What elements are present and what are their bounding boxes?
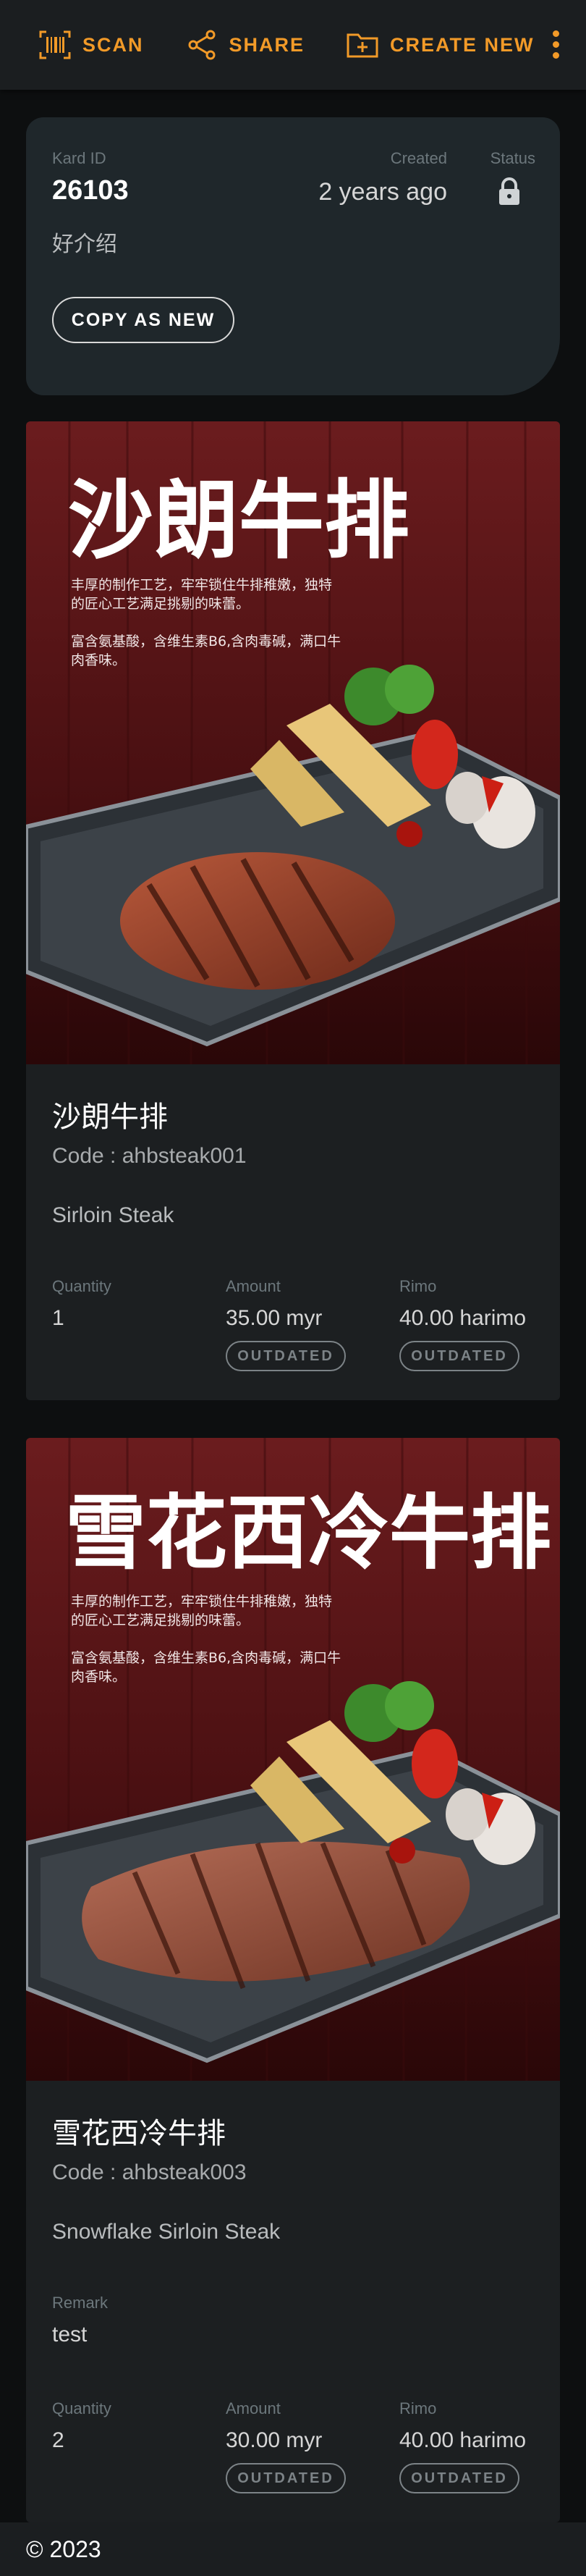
rimo-value: 40.00 harimo — [399, 2428, 527, 2452]
item-code: Code : ahbsteak003 — [52, 2160, 247, 2184]
kard-id-label: Kard ID — [52, 149, 106, 167]
item-card: 雪花西冷牛排 丰厚的制作工艺，牢牢锁住牛排稚嫩，独特 的匠心工艺满足挑剔的味蕾。… — [26, 1438, 560, 2522]
poster-line: 肉香味。 — [71, 652, 126, 668]
folder-plus-icon — [347, 33, 378, 58]
more-options-icon[interactable] — [547, 28, 564, 62]
lock-icon — [499, 177, 519, 205]
amount-column: Amount 35.00 myr OUTDATED — [226, 1277, 346, 1371]
amount-value: 35.00 myr — [226, 1306, 323, 1330]
outdated-badge: OUTDATED — [399, 2463, 519, 2493]
item-card: 沙朗牛排 丰厚的制作工艺，牢牢锁住牛排稚嫩，独特 的匠心工艺满足挑剔的味蕾。 富… — [26, 421, 560, 1400]
scan-button[interactable]: SCAN — [38, 28, 144, 62]
poster-line: 富含氨基酸，含维生素B6,含肉毒碱，满口牛 — [71, 1650, 341, 1666]
rimo-column: Rimo 40.00 harimo OUTDATED — [399, 1277, 526, 1371]
share-button[interactable]: SHARE — [184, 28, 305, 62]
scan-label: SCAN — [82, 33, 144, 56]
outdated-badge: OUTDATED — [399, 1341, 519, 1371]
kard-intro: 好介绍 — [52, 232, 117, 256]
item-image: 雪花西冷牛排 丰厚的制作工艺，牢牢锁住牛排稚嫩，独特 的匠心工艺满足挑剔的味蕾。… — [26, 1438, 560, 2081]
quantity-label: Quantity — [52, 2399, 111, 2417]
footer: © 2023 — [0, 2522, 586, 2576]
poster-line: 丰厚的制作工艺，牢牢锁住牛排稚嫩，独特 — [71, 577, 332, 593]
share-icon — [188, 30, 216, 60]
poster-line: 肉香味。 — [71, 1669, 126, 1685]
item-name: 雪花西冷牛排 — [52, 2118, 226, 2150]
kard-id: 26103 — [52, 175, 129, 206]
rimo-column: Rimo 40.00 harimo OUTDATED — [399, 2399, 526, 2493]
top-toolbar: SCAN SHARE CREATE NEW — [0, 0, 586, 90]
item-english-name: Sirloin Steak — [52, 1203, 174, 1227]
amount-column: Amount 30.00 myr OUTDATED — [226, 2399, 346, 2493]
remark-label: Remark — [52, 2294, 109, 2312]
item-code: Code : ahbsteak001 — [52, 1144, 247, 1168]
created-value: 2 years ago — [318, 178, 447, 206]
rimo-label: Rimo — [399, 2399, 437, 2417]
amount-value: 30.00 myr — [226, 2428, 323, 2452]
create-new-button[interactable]: CREATE NEW — [345, 28, 535, 62]
amount-label: Amount — [226, 2399, 281, 2417]
status-label: Status — [490, 149, 535, 167]
quantity-column: Quantity 1 — [52, 1277, 111, 1331]
amount-label: Amount — [226, 1277, 281, 1295]
create-new-label: CREATE NEW — [390, 33, 535, 56]
poster-line: 富含氨基酸，含维生素B6,含肉毒碱，满口牛 — [71, 634, 341, 649]
copyright-text: © 2023 — [26, 2535, 101, 2562]
poster-title: 雪花西冷牛排 — [65, 1486, 551, 1580]
remark-value: test — [52, 2323, 88, 2346]
quantity-value: 2 — [52, 2428, 64, 2452]
quantity-label: Quantity — [52, 1277, 111, 1295]
share-label: SHARE — [229, 33, 305, 56]
poster-title: 沙朗牛排 — [68, 471, 409, 571]
outdated-badge: OUTDATED — [226, 1341, 346, 1371]
copy-as-new-button[interactable]: COPY AS NEW — [52, 297, 234, 343]
rimo-label: Rimo — [399, 1277, 437, 1295]
item-name: 沙朗牛排 — [52, 1101, 168, 1133]
poster-line: 丰厚的制作工艺，牢牢锁住牛排稚嫩，独特 — [71, 1594, 332, 1609]
outdated-badge: OUTDATED — [226, 2463, 346, 2493]
quantity-column: Quantity 2 — [52, 2399, 111, 2453]
barcode-scan-icon — [39, 30, 71, 59]
item-english-name: Snowflake Sirloin Steak — [52, 2220, 281, 2244]
item-image: 沙朗牛排 丰厚的制作工艺，牢牢锁住牛排稚嫩，独特 的匠心工艺满足挑剔的味蕾。 富… — [26, 421, 560, 1064]
poster-line: 的匠心工艺满足挑剔的味蕾。 — [71, 596, 250, 612]
quantity-value: 1 — [52, 1306, 64, 1330]
created-label: Created — [390, 149, 447, 167]
poster-line: 的匠心工艺满足挑剔的味蕾。 — [71, 1612, 250, 1628]
rimo-value: 40.00 harimo — [399, 1306, 527, 1330]
kard-info-card: Kard ID 26103 Created 2 years ago Status… — [26, 117, 560, 395]
